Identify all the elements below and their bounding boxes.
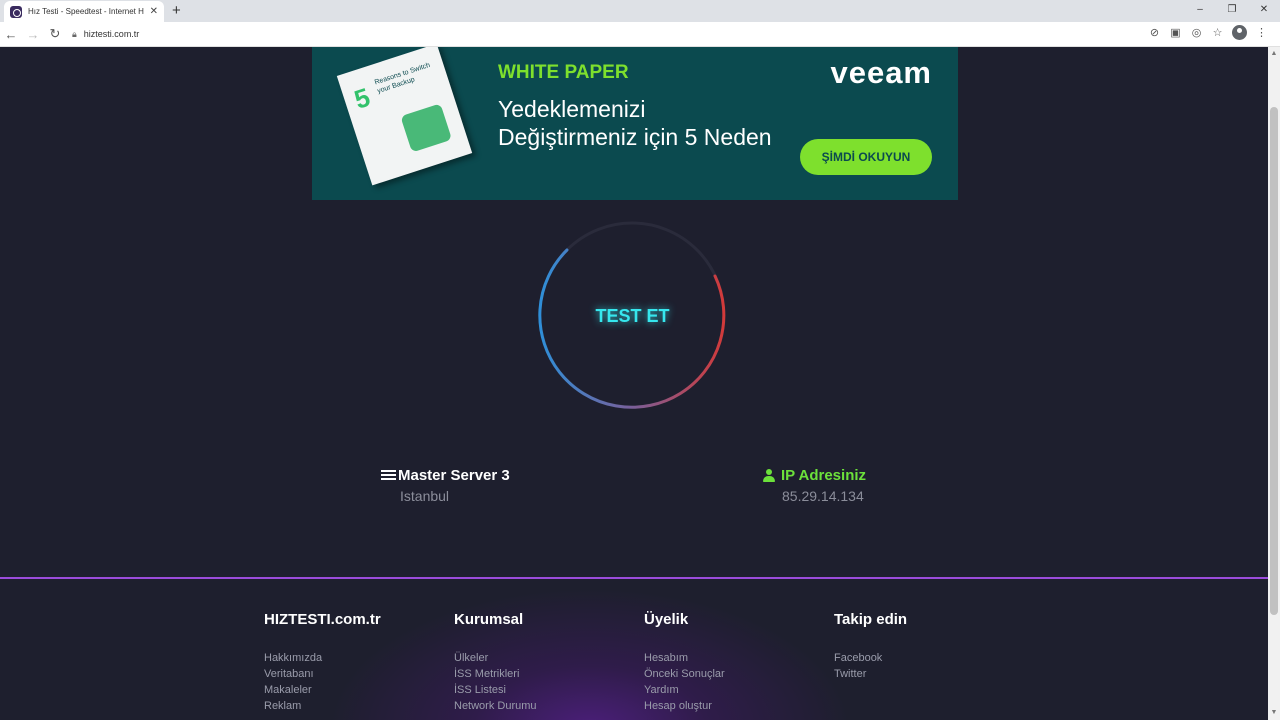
profile-avatar-icon[interactable] bbox=[1232, 25, 1247, 40]
footer-col-kurumsal: Kurumsal Ülkeler İSS Metrikleri İSS List… bbox=[454, 611, 537, 714]
browser-tab-bar: Hız Testi - Speedtest - Internet H ✕ + –… bbox=[0, 0, 1280, 22]
browser-tab[interactable]: Hız Testi - Speedtest - Internet H ✕ bbox=[4, 1, 164, 22]
ip-title: IP Adresiniz bbox=[763, 467, 866, 484]
ip-label: IP Adresiniz bbox=[781, 467, 867, 484]
ad-book-number: 5 bbox=[350, 81, 374, 115]
server-name: Master Server 3 bbox=[398, 467, 510, 484]
ad-kicker: WHITE PAPER bbox=[498, 62, 629, 83]
url-text[interactable]: hiztesti.com.tr bbox=[84, 29, 140, 39]
footer-col-title: Üyelik bbox=[644, 611, 689, 628]
eye-off-icon[interactable]: ◎ bbox=[1186, 26, 1207, 39]
footer-col-uyelik: Üyelik Hesabım Önceki Sonuçlar Yardım He… bbox=[644, 611, 725, 714]
new-tab-icon[interactable]: + bbox=[172, 2, 181, 19]
site-favicon-icon bbox=[10, 5, 22, 18]
bookmark-star-icon[interactable]: ☆ bbox=[1207, 26, 1228, 39]
footer-link-ulkeler[interactable]: Ülkeler bbox=[454, 650, 537, 666]
ip-address: 85.29.14.134 bbox=[782, 488, 864, 504]
restore-button[interactable]: ❐ bbox=[1216, 0, 1248, 20]
browser-toolbar: ← → ↻ 🔒︎ hiztesti.com.tr ⊘ ▣ ◎ ☆ ⋮ bbox=[0, 22, 1280, 47]
toolbar-actions: ⊘ ▣ ◎ ☆ ⋮ bbox=[1144, 25, 1272, 40]
minimize-button[interactable]: – bbox=[1184, 0, 1216, 20]
ad-read-now-button[interactable]: ŞİMDİ OKUYUN bbox=[800, 139, 932, 175]
footer-col-title: Kurumsal bbox=[454, 611, 524, 628]
test-start-button[interactable]: TEST ET bbox=[555, 291, 710, 341]
footer-link-hakkimizda[interactable]: Hakkımızda bbox=[264, 650, 381, 666]
ad-headline-line1: Yedeklemenizi bbox=[498, 96, 646, 122]
server-title: Master Server 3 bbox=[381, 467, 510, 484]
ad-book-text: Reasons to Switch your Backup bbox=[373, 61, 432, 96]
footer-link-network-durumu[interactable]: Network Durumu bbox=[454, 698, 537, 714]
ad-book-image: 5 Reasons to Switch your Backup bbox=[336, 47, 473, 186]
page-scrollbar[interactable]: ▲ ▼ bbox=[1268, 47, 1280, 720]
footer-link-facebook[interactable]: Facebook bbox=[834, 650, 907, 666]
user-icon bbox=[763, 469, 775, 482]
footer: HIZTESTI.com.tr Hakkımızda Veritabanı Ma… bbox=[0, 577, 1268, 720]
scroll-down-arrow-icon[interactable]: ▼ bbox=[1268, 706, 1280, 720]
blocked-content-icon[interactable]: ⊘ bbox=[1144, 26, 1165, 39]
ad-headline: Yedeklemenizi Değiştirmeniz için 5 Neden bbox=[498, 95, 772, 151]
reload-icon[interactable]: ↻ bbox=[44, 26, 66, 42]
ad-banner[interactable]: 5 Reasons to Switch your Backup WHITE PA… bbox=[312, 47, 958, 200]
footer-col-takip: Takip edin Facebook Twitter bbox=[834, 611, 907, 682]
tab-title: Hız Testi - Speedtest - Internet H bbox=[28, 7, 144, 16]
server-location: Istanbul bbox=[400, 488, 450, 504]
footer-link-yardim[interactable]: Yardım bbox=[644, 682, 725, 698]
forward-arrow-icon[interactable]: → bbox=[22, 27, 44, 42]
window-controls: – ❐ ✕ bbox=[1184, 0, 1280, 22]
footer-link-iss-listesi[interactable]: İSS Listesi bbox=[454, 682, 537, 698]
footer-link-veritabani[interactable]: Veritabanı bbox=[264, 666, 381, 682]
footer-link-hesap-olustur[interactable]: Hesap oluştur bbox=[644, 698, 725, 714]
back-arrow-icon[interactable]: ← bbox=[0, 27, 22, 42]
footer-link-reklam[interactable]: Reklam bbox=[264, 698, 381, 714]
ad-book-graphic bbox=[400, 103, 453, 153]
footer-col-title: Takip edin bbox=[834, 611, 908, 628]
footer-link-onceki-sonuclar[interactable]: Önceki Sonuçlar bbox=[644, 666, 725, 682]
footer-col-title: HIZTESTI.com.tr bbox=[264, 611, 381, 628]
menu-dots-icon[interactable]: ⋮ bbox=[1251, 26, 1272, 39]
footer-link-hesabim[interactable]: Hesabım bbox=[644, 650, 725, 666]
veeam-logo: veeam bbox=[830, 55, 932, 90]
scroll-up-arrow-icon[interactable]: ▲ bbox=[1268, 47, 1280, 61]
page-content: 5 Reasons to Switch your Backup WHITE PA… bbox=[0, 47, 1268, 720]
footer-link-iss-metrikleri[interactable]: İSS Metrikleri bbox=[454, 666, 537, 682]
server-icon bbox=[381, 470, 396, 481]
address-bar[interactable]: 🔒︎ hiztesti.com.tr bbox=[72, 29, 139, 40]
footer-link-twitter[interactable]: Twitter bbox=[834, 666, 907, 682]
ad-headline-line2: Değiştirmeniz için 5 Neden bbox=[498, 124, 772, 150]
scrollbar-thumb[interactable] bbox=[1270, 107, 1278, 615]
footer-link-makaleler[interactable]: Makaleler bbox=[264, 682, 381, 698]
translate-icon[interactable]: ▣ bbox=[1165, 26, 1186, 39]
server-info[interactable]: Master Server 3 Istanbul bbox=[381, 467, 510, 504]
ip-info: IP Adresiniz 85.29.14.134 bbox=[763, 467, 866, 504]
close-window-button[interactable]: ✕ bbox=[1248, 0, 1280, 20]
footer-col-site: HIZTESTI.com.tr Hakkımızda Veritabanı Ma… bbox=[264, 611, 381, 714]
lock-icon: 🔒︎ bbox=[72, 28, 77, 39]
tab-close-icon[interactable]: ✕ bbox=[150, 6, 158, 17]
